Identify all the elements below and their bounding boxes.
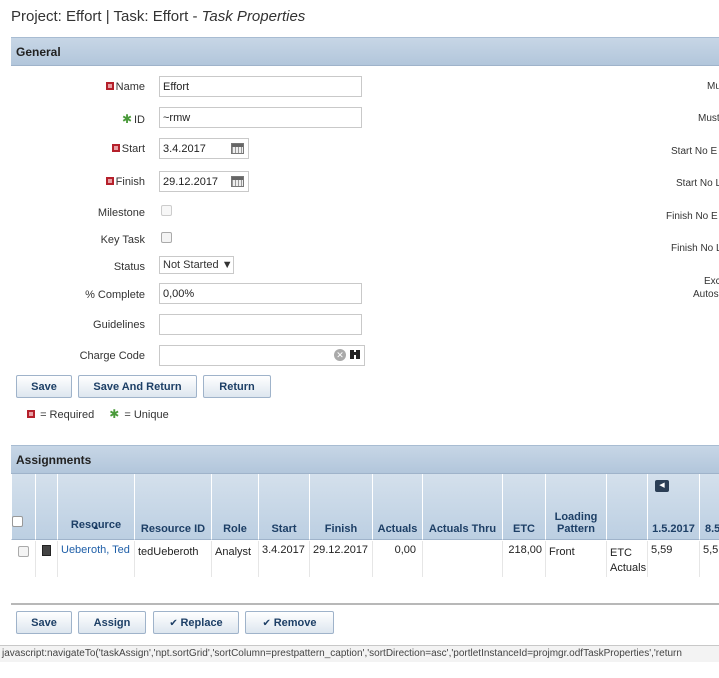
row-resource[interactable]: Ueberoth, Ted (57, 541, 134, 577)
percent-complete-input[interactable]: 0,00% (159, 283, 362, 304)
required-icon (105, 177, 114, 185)
key-task-label: Key Task (100, 234, 145, 246)
legend-unique: = Unique (124, 409, 169, 421)
sort-ascending-icon: ▲ (92, 522, 100, 531)
status-select[interactable]: Not Started ▼ (159, 256, 234, 274)
properties-icon[interactable] (42, 545, 51, 556)
col-actuals[interactable]: Actuals (372, 474, 422, 540)
scroll-left-button[interactable]: ◀ (655, 480, 669, 492)
row-period-1-value[interactable]: 5,59 (647, 541, 699, 577)
page-title-task-properties: Task Properties (201, 8, 306, 25)
page-title: Project: Effort | Task: Effort - Task Pr… (11, 8, 305, 25)
col-resource-id[interactable]: Resource ID (134, 474, 211, 540)
browse-binoculars-icon[interactable] (349, 348, 361, 363)
metric-etc: ETC (610, 547, 632, 559)
return-button[interactable]: Return (203, 375, 271, 398)
clear-icon[interactable]: ✕ (334, 349, 346, 361)
unique-icon: ✱ (121, 112, 132, 126)
select-all-checkbox[interactable] (12, 516, 23, 527)
status-label: Status (113, 261, 145, 273)
finish-label: Finish (0, 176, 145, 188)
required-icon (105, 82, 114, 90)
milestone-checkbox (161, 205, 172, 216)
replace-button[interactable]: ✔ Replace (153, 611, 239, 634)
col-start[interactable]: Start (258, 474, 309, 540)
right-label-3: Start No E (671, 146, 718, 157)
resource-link[interactable]: Ueberoth, Ted (61, 544, 130, 556)
row-checkbox[interactable] (18, 546, 29, 557)
row-finish: 29.12.2017 (309, 541, 372, 577)
remove-button[interactable]: ✔ Remove (245, 611, 334, 634)
percent-complete-label: % Complete (85, 289, 145, 301)
check-icon: ✔ (169, 618, 181, 629)
col-loading-pattern[interactable]: Loading Pattern (545, 474, 606, 540)
right-label-7: Exc (704, 276, 719, 287)
guidelines-label: Guidelines (93, 319, 145, 331)
col-actuals-thru[interactable]: Actuals Thru (422, 474, 502, 540)
assignments-section-header: Assignments (11, 445, 719, 474)
charge-code-label: Charge Code (79, 350, 145, 362)
row-metric-cell: ETC Actuals (606, 541, 647, 577)
required-icon (27, 410, 35, 418)
right-label-1: Mus (707, 81, 719, 92)
page-title-project: Project: Effort | Task: Effort - (11, 8, 202, 25)
general-section-header: General (11, 37, 719, 66)
milestone-label: Milestone (97, 207, 145, 219)
icon-column-header (35, 474, 57, 540)
col-period-2: 8.5 (699, 474, 719, 540)
col-etc[interactable]: ETC (502, 474, 545, 540)
row-actuals: 0,00 (372, 541, 422, 577)
legend: = Required ✱ = Unique (27, 407, 169, 421)
select-all-header (11, 474, 35, 540)
right-label-8: Autos (693, 289, 719, 300)
col-metric (606, 474, 647, 540)
assignments-section-title: Assignments (16, 453, 92, 467)
row-role: Analyst (211, 541, 258, 577)
browser-status-bar: javascript:navigateTo('taskAssign','npt.… (0, 645, 719, 662)
row-actuals-thru (422, 541, 502, 577)
unique-icon: ✱ (109, 407, 120, 421)
name-input[interactable]: Effort (159, 76, 362, 97)
row-etc: 218,00 (502, 541, 545, 577)
start-calendar-icon[interactable] (231, 143, 244, 154)
row-loading-pattern: Front (545, 541, 606, 577)
legend-required: = Required (40, 409, 95, 421)
finish-calendar-icon[interactable] (231, 176, 244, 187)
row-icon-cell (35, 541, 57, 577)
row-resource-id: tedUeberoth (134, 541, 211, 577)
assignments-save-button[interactable]: Save (16, 611, 72, 634)
required-icon (111, 144, 120, 152)
id-label: ✱ ID (121, 112, 145, 126)
id-input[interactable]: ~rmw (159, 107, 362, 128)
right-label-5: Finish No E (666, 211, 718, 222)
right-label-6: Finish No L (671, 243, 719, 254)
start-label: Start (0, 143, 145, 155)
check-icon: ✔ (262, 618, 274, 629)
guidelines-input[interactable] (159, 314, 362, 335)
right-label-2: Must (698, 113, 719, 124)
metric-actuals: Actuals (610, 562, 647, 574)
right-label-4: Start No L (676, 178, 719, 189)
general-section-title: General (16, 45, 61, 59)
save-and-return-button[interactable]: Save And Return (78, 375, 197, 398)
row-checkbox-cell (11, 541, 35, 577)
col-role[interactable]: Role (211, 474, 258, 540)
row-start: 3.4.2017 (258, 541, 309, 577)
col-finish[interactable]: Finish (309, 474, 372, 540)
col-resource[interactable]: Resource ▲ (57, 474, 134, 540)
row-period-2-value[interactable]: 5,5 (699, 541, 719, 577)
divider (11, 603, 719, 605)
name-label: Name (0, 81, 145, 93)
save-button[interactable]: Save (16, 375, 72, 398)
key-task-checkbox[interactable] (161, 232, 172, 243)
assign-button[interactable]: Assign (78, 611, 146, 634)
